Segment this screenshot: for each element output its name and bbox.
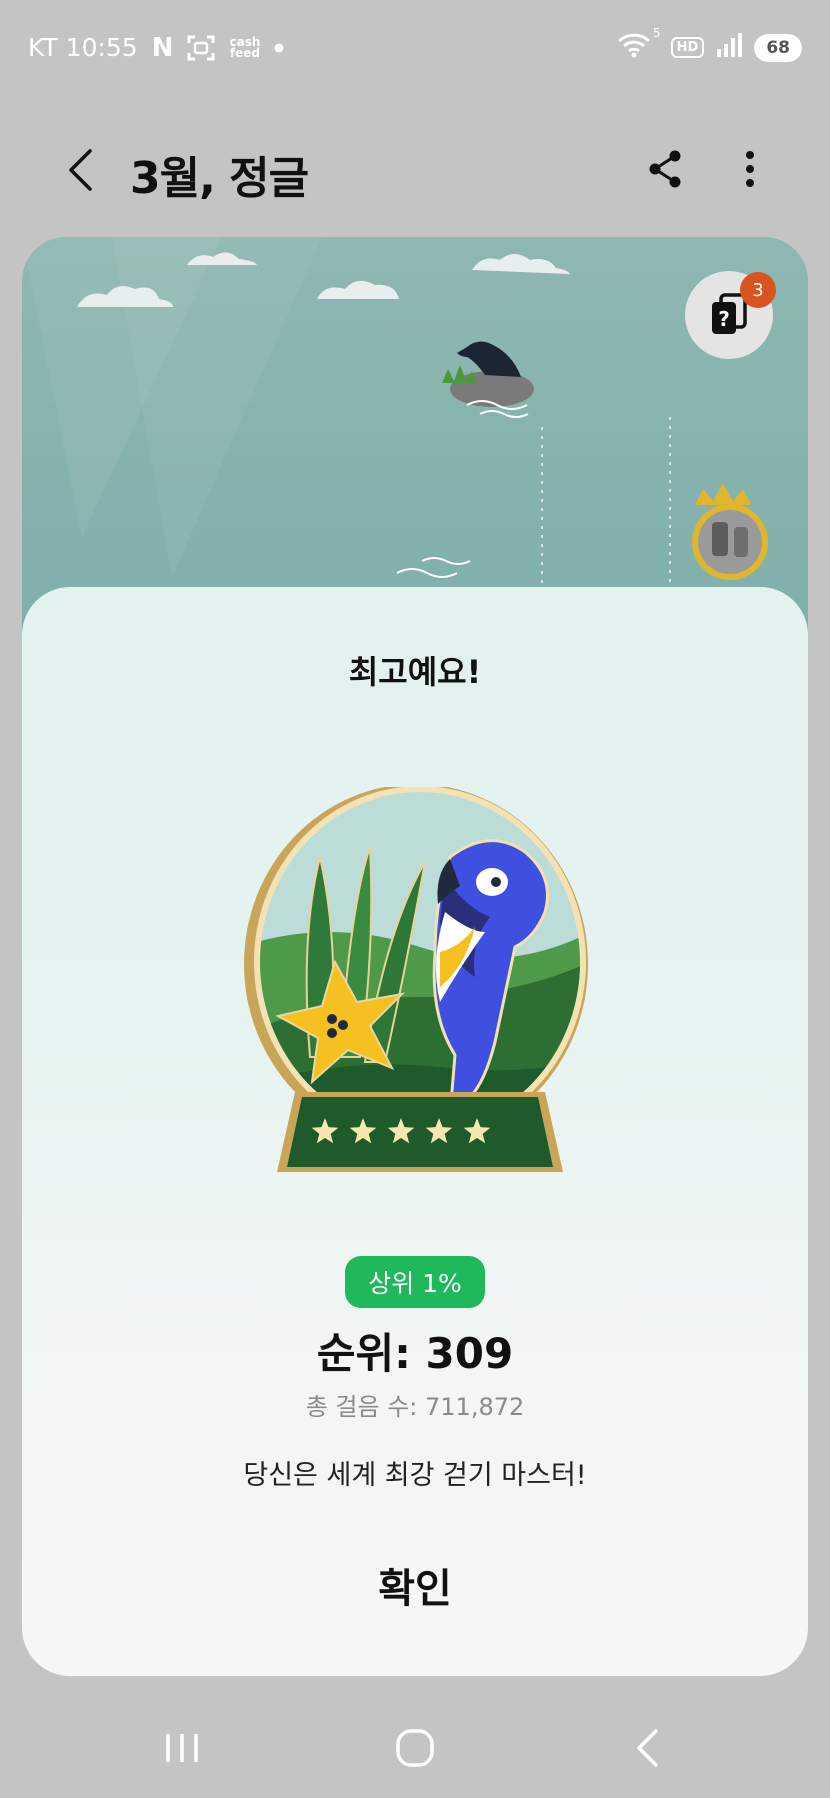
back-button[interactable] (55, 142, 105, 198)
naver-n-icon: N (151, 32, 174, 63)
back-nav-button[interactable] (608, 1718, 688, 1778)
signal-icon (716, 32, 743, 64)
back-nav-icon (637, 1729, 658, 1767)
result-sheet: 최고예요! 상위 1% 순위: 309 총 걸음 수: 711,872 당신은 … (22, 587, 808, 1676)
wifi-band-label: 5 (653, 25, 661, 40)
back-icon (69, 149, 92, 191)
confirm-button[interactable]: 확인 (315, 1547, 515, 1623)
sheet-heading: 최고예요! (348, 653, 482, 691)
battery-indicator: 68 (754, 33, 802, 62)
carrier-time: KT 10:55 (28, 33, 138, 62)
wifi-icon: 5 (617, 26, 661, 64)
total-steps: 총 걸음 수: 711,872 (305, 1393, 525, 1421)
screenshot-icon (187, 35, 215, 61)
rank-value: 순위: 309 (316, 1329, 514, 1378)
leader-avatar-icon (692, 483, 768, 580)
dot-icon (274, 43, 284, 53)
hd-voice-badge: HD (670, 37, 705, 58)
parrot-badge-icon (244, 784, 588, 1172)
jungle-badge-image (240, 784, 600, 1207)
mystery-symbol: ? (718, 307, 730, 331)
share-button[interactable] (640, 144, 690, 194)
more-vertical-icon (746, 151, 754, 187)
congrats-message: 당신은 세계 최강 걷기 마스터! (243, 1460, 587, 1491)
notification-count-badge: 3 (740, 272, 776, 308)
app-bar: 3월, 정글 (0, 120, 830, 220)
cashfeed-label-bottom: feed (229, 45, 260, 60)
status-bar: KT 10:55 N cash feed 5 HD 68 (0, 0, 830, 95)
share-icon (649, 150, 681, 188)
home-icon (396, 1729, 434, 1767)
recent-apps-button[interactable] (142, 1718, 222, 1778)
recent-apps-icon (166, 1734, 198, 1762)
system-nav-bar (0, 1700, 830, 1798)
island-bird-icon (442, 341, 534, 418)
page-title: 3월, 정글 (130, 153, 309, 204)
cashfeed-icon: cash feed (229, 36, 260, 60)
more-options-button[interactable] (725, 144, 775, 194)
home-button[interactable] (375, 1718, 455, 1778)
top-percent-badge: 상위 1% (345, 1256, 485, 1308)
